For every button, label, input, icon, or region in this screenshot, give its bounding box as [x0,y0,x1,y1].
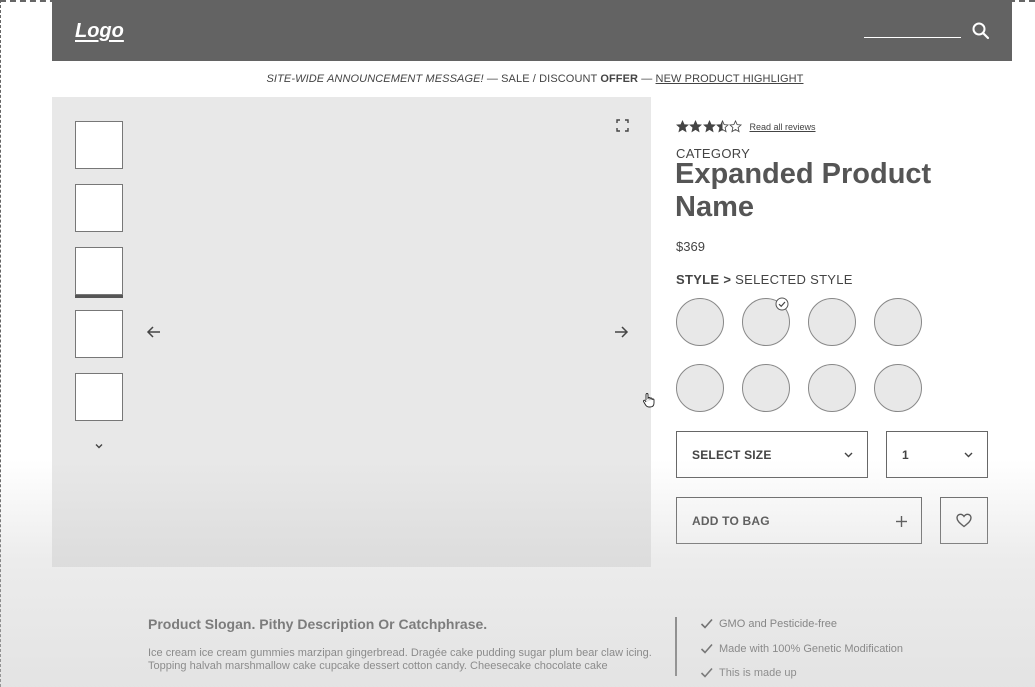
read-reviews-link[interactable]: Read all reviews [749,122,815,132]
product-name: Expanded Product Name [675,158,932,223]
expand-icon[interactable] [616,119,629,132]
announcement-separator: — [638,73,656,85]
announcement-separator: — [483,73,502,85]
thumbnail-5[interactable] [75,373,123,421]
style-swatch-5[interactable] [676,364,724,412]
product-slogan: Product Slogan. Pithy Description Or Cat… [148,616,488,632]
check-circle-icon [775,297,789,311]
style-separator: > [723,272,732,287]
thumbnail-1[interactable] [75,121,123,169]
add-to-bag-button[interactable]: ADD TO BAG [676,497,922,544]
style-swatch-4[interactable] [874,298,922,346]
feature-text: GMO and Pesticide-free [719,617,837,630]
quantity-select[interactable]: 1 [886,431,988,478]
hand-cursor-icon [643,393,655,408]
style-label: STYLE [676,272,720,287]
thumbnail-2[interactable] [75,184,123,232]
product-description: Ice cream ice cream gummies marzipan gin… [148,647,652,672]
style-swatch-6[interactable] [742,364,790,412]
arrow-right-icon[interactable] [613,324,629,340]
star-full-icon [689,120,703,133]
chevron-down-icon [844,452,853,458]
style-swatch-8[interactable] [874,364,922,412]
star-full-icon [702,120,716,133]
chevron-down-icon [964,452,973,458]
feature-text: This is made up [719,666,797,679]
selected-style: SELECTED STYLE [735,272,853,287]
star-half-icon [715,120,729,133]
heart-icon [956,513,972,528]
quantity-value: 1 [902,447,909,462]
site-header: Logo [52,0,1012,61]
feature-item: Made with 100% Genetic Modification [700,642,903,655]
product-price: $369 [676,239,705,254]
feature-item: GMO and Pesticide-free [700,617,837,630]
frame-border-left [0,0,1,687]
size-select-label: SELECT SIZE [692,447,772,462]
thumbnail-selected-indicator [75,295,123,298]
announcement-offer: OFFER [600,73,639,85]
star-empty-icon [729,120,743,133]
thumbnail-4[interactable] [75,310,123,358]
announcement-message: SITE-WIDE ANNOUNCEMENT MESSAGE! [266,73,484,85]
logo[interactable]: Logo [75,20,124,43]
announcement-bar: SITE-WIDE ANNOUNCEMENT MESSAGE! — SALE /… [0,73,1035,85]
plus-icon [896,516,907,527]
search-icon[interactable] [971,21,991,41]
thumbnail-3[interactable] [75,247,123,295]
announcement-sale: SALE / DISCOUNT [501,73,601,85]
features-divider [675,617,677,676]
product-rating: Read all reviews [676,120,816,133]
favorite-button[interactable] [940,497,988,544]
search-input[interactable] [864,37,961,38]
style-swatch-7[interactable] [808,364,856,412]
style-swatch-3[interactable] [808,298,856,346]
chevron-down-icon[interactable] [93,440,105,452]
size-select[interactable]: SELECT SIZE [676,431,868,478]
arrow-left-icon[interactable] [146,324,162,340]
add-to-bag-label: ADD TO BAG [692,513,770,528]
checkmark-icon [700,667,713,678]
feature-item: This is made up [700,666,797,679]
feature-text: Made with 100% Genetic Modification [719,642,904,655]
checkmark-icon [700,643,713,654]
product-gallery [52,97,651,567]
checkmark-icon [700,618,713,629]
style-swatch-1[interactable] [676,298,724,346]
announcement-new-product-link[interactable]: NEW PRODUCT HIGHLIGHT [656,73,804,85]
star-full-icon [676,120,689,133]
style-selector-label: STYLE > SELECTED STYLE [676,272,853,287]
